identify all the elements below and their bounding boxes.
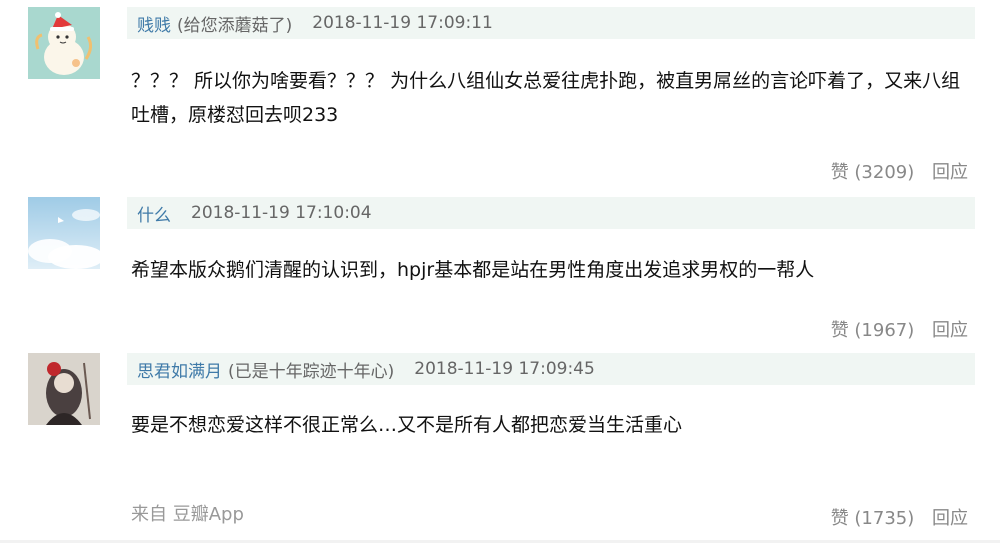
author-name[interactable]: 思君如满月	[137, 357, 222, 382]
comment-header: 思君如满月 (已是十年踪迹十年心) 2018-11-19 17:09:45	[127, 353, 975, 385]
author-note: (已是十年踪迹十年心)	[228, 361, 395, 382]
source-label: 来自 豆瓣App	[131, 504, 244, 525]
comment-item: 思君如满月 (已是十年踪迹十年心) 2018-11-19 17:09:45 要是…	[0, 0, 1000, 543]
comment-content: 要是不想恋爱这样不很正常么…又不是所有人都把恋爱当生活重心	[131, 414, 683, 436]
like-button[interactable]: 赞 (1735)	[831, 508, 915, 529]
comment-time: 2018-11-19 17:09:45	[414, 359, 595, 379]
reply-button[interactable]: 回应	[932, 508, 968, 529]
portrait-avatar-icon	[28, 353, 100, 425]
comment-actions: 赞 (1735) 回应	[831, 504, 968, 530]
avatar[interactable]	[28, 353, 100, 425]
